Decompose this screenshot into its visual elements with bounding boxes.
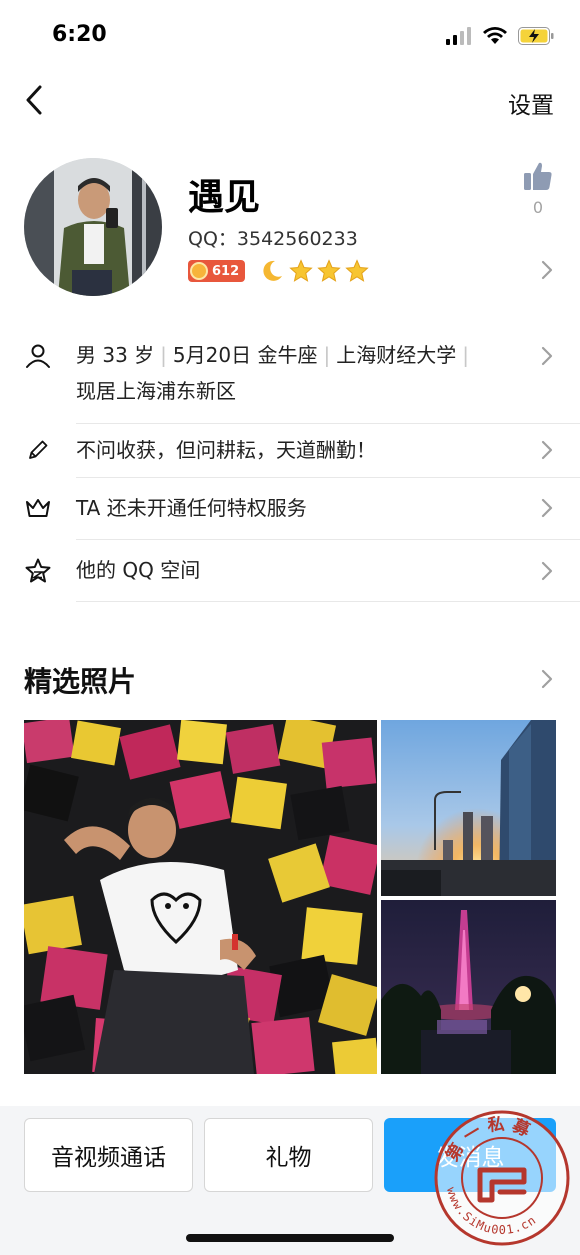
- back-chevron-icon: [26, 85, 42, 115]
- moon-icon: [263, 260, 283, 281]
- person-icon: [26, 344, 50, 368]
- watermark-stamp: 第一私募 www.SiMu001.cn: [434, 1110, 570, 1246]
- photo-canton-tower-image: [381, 900, 556, 1074]
- like-button[interactable]: 0: [520, 160, 556, 217]
- level-number: 612: [212, 263, 240, 279]
- star-outline-icon: [25, 558, 51, 583]
- school: 上海财经大学: [336, 343, 457, 367]
- status-time: 6:20: [52, 22, 107, 47]
- settings-button[interactable]: 设置: [508, 86, 554, 120]
- chevron-right-icon[interactable]: [540, 259, 554, 281]
- signal-icon: [446, 26, 471, 45]
- thumbs-up-icon: [524, 162, 552, 190]
- level-row[interactable]: 612: [188, 258, 369, 284]
- gift-button[interactable]: 礼物: [204, 1118, 373, 1192]
- photo-main[interactable]: [24, 720, 377, 1074]
- separator: |: [160, 343, 167, 367]
- photos-title: 精选照片: [24, 665, 137, 698]
- privilege-row[interactable]: TA 还未开通任何特权服务: [0, 478, 580, 538]
- back-button[interactable]: [20, 82, 50, 118]
- pencil-icon: [29, 440, 48, 459]
- battery-charging-icon: [518, 26, 554, 45]
- nickname: 遇见: [188, 177, 261, 218]
- level-coin-icon: [190, 262, 208, 280]
- separator: |: [323, 343, 331, 367]
- photo-foam-pit: [24, 720, 377, 1074]
- home-indicator[interactable]: [186, 1234, 394, 1242]
- separator: |: [462, 343, 469, 367]
- status-bar: 6:20: [0, 0, 580, 70]
- chevron-right-icon: [541, 346, 553, 366]
- star-icon: [289, 259, 313, 282]
- star-icon: [317, 259, 341, 282]
- avatar-photo: [24, 158, 162, 296]
- chevron-right-icon: [541, 498, 553, 518]
- signature-row[interactable]: 不问收获，但问耕耘，天道酬勤！: [0, 424, 580, 476]
- status-icons: [446, 26, 554, 45]
- signature-text: 不问收获，但问耕耘，天道酬勤！: [76, 438, 376, 462]
- avatar[interactable]: [24, 158, 162, 296]
- chevron-right-icon: [541, 561, 553, 581]
- qzone-row[interactable]: 他的 QQ 空间: [0, 540, 580, 602]
- nav-bar: 设置: [0, 70, 580, 130]
- crown-icon: [26, 499, 50, 517]
- av-call-button[interactable]: 音视频通话: [24, 1118, 193, 1192]
- qq-number: QQ：3542560233: [188, 228, 358, 250]
- birthday: 5月20日 金牛座: [172, 343, 318, 367]
- photo-canton-tower[interactable]: [381, 900, 556, 1074]
- photo-city-sunset[interactable]: [381, 720, 556, 896]
- star-icon: [345, 259, 369, 282]
- privilege-text: TA 还未开通任何特权服务: [76, 496, 307, 520]
- wifi-icon: [483, 27, 507, 44]
- like-count: 0: [532, 198, 544, 217]
- divider: [76, 601, 580, 602]
- qzone-text: 他的 QQ 空间: [76, 558, 201, 582]
- chevron-right-icon: [541, 440, 553, 460]
- level-badge: 612: [188, 260, 246, 282]
- gender-age: 男 33 岁: [76, 343, 155, 367]
- basic-info-row[interactable]: 男 33 岁 | 5月20日 金牛座 | 上海财经大学 | 现居上海浦东新区: [0, 336, 580, 422]
- chevron-right-icon[interactable]: [540, 668, 554, 690]
- location: 现居上海浦东新区: [76, 379, 236, 403]
- photo-city-sunset-image: [381, 720, 556, 896]
